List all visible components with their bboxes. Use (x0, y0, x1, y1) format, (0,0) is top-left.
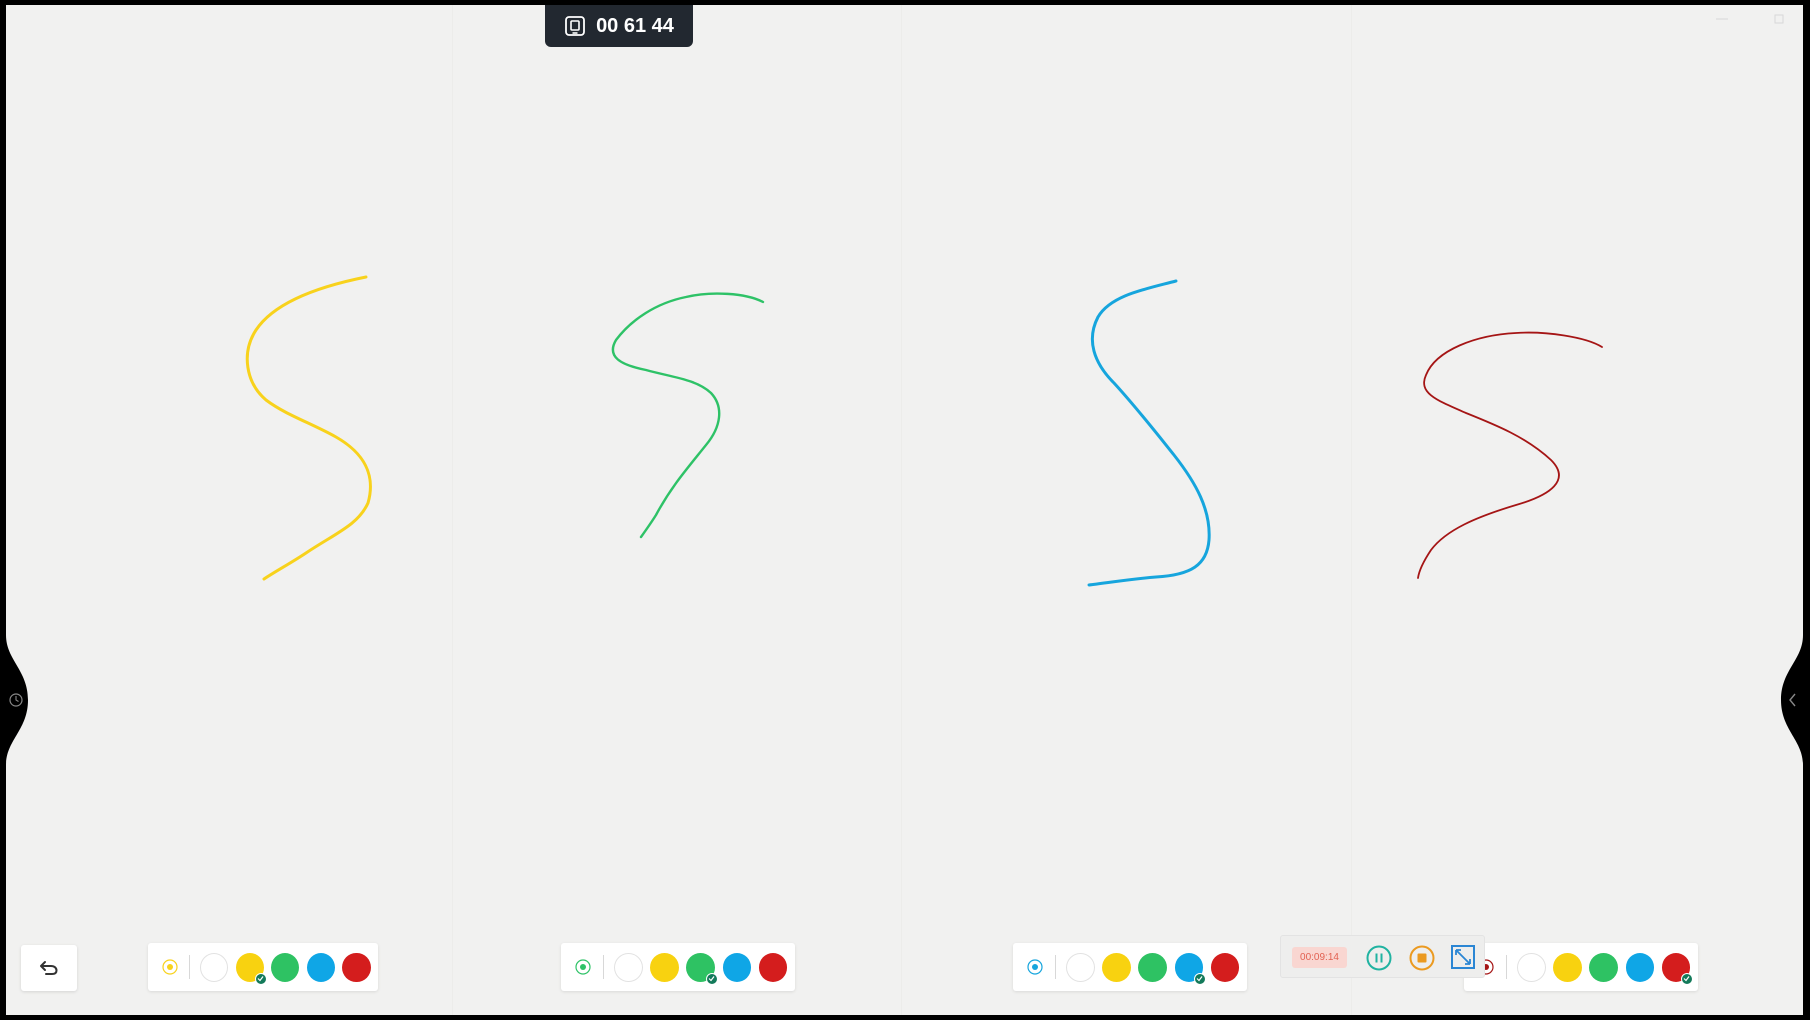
recording-time: 00:09:14 (1292, 947, 1347, 968)
swatch-yellow[interactable] (1102, 952, 1131, 982)
swatch-white[interactable] (1516, 952, 1546, 982)
color-palette-2 (561, 943, 795, 991)
color-palette-3 (1013, 943, 1247, 991)
swatch-green[interactable] (686, 952, 719, 985)
pause-icon[interactable] (1366, 945, 1392, 971)
swatch-yellow[interactable] (1553, 952, 1582, 982)
swatch-blue[interactable] (722, 952, 752, 982)
check-icon (254, 972, 267, 985)
pen-size-icon (575, 959, 591, 975)
check-icon (1681, 972, 1694, 985)
swatch-blue[interactable] (1625, 952, 1655, 982)
swatch-red[interactable] (1210, 952, 1240, 982)
stop-icon[interactable] (1409, 945, 1435, 971)
drawing-layer (245, 275, 1603, 587)
right-side-handle[interactable] (1779, 635, 1803, 765)
undo-icon (40, 961, 58, 975)
screen-record-timer[interactable]: 00 61 44 (545, 5, 693, 47)
red-s-stroke (1417, 331, 1603, 579)
check-icon (1194, 972, 1207, 985)
minimize-icon[interactable] (1715, 14, 1729, 24)
yellow-s-stroke (245, 275, 372, 581)
swatch-blue[interactable] (1174, 952, 1207, 985)
swatch-yellow[interactable] (235, 952, 267, 985)
swatch-blue[interactable] (306, 952, 335, 982)
blue-s-stroke (1087, 279, 1211, 587)
swatch-red[interactable] (1661, 952, 1694, 985)
palette-separator (1054, 955, 1056, 979)
color-palette-1 (148, 943, 378, 991)
left-side-handle[interactable] (6, 635, 30, 765)
pen-size-button[interactable] (1025, 957, 1045, 977)
check-icon (706, 972, 719, 985)
screen-record-icon (565, 16, 585, 36)
pen-size-icon (162, 959, 178, 975)
swatch-red[interactable] (342, 952, 371, 982)
color-palette-4 (1464, 943, 1698, 991)
pen-size-icon (1027, 959, 1043, 975)
swatch-yellow[interactable] (650, 952, 679, 982)
recording-toolbar: 00:09:14 (1280, 935, 1485, 978)
green-s-stroke (611, 292, 765, 539)
swatch-white[interactable] (1065, 952, 1095, 982)
expand-icon[interactable] (1451, 945, 1475, 969)
swatch-white[interactable] (200, 952, 229, 982)
pen-size-button[interactable] (573, 957, 593, 977)
screen: 00 61 44 00:09:14 (0, 0, 1810, 1020)
undo-button[interactable] (21, 945, 77, 991)
pen-size-button[interactable] (160, 957, 179, 977)
screen-record-time: 00 61 44 (596, 14, 674, 37)
restore-icon[interactable] (1772, 14, 1786, 24)
palette-separator (1505, 955, 1507, 979)
swatch-white[interactable] (613, 952, 643, 982)
whiteboard-canvas[interactable] (6, 5, 1803, 1015)
swatch-green[interactable] (1589, 952, 1619, 982)
swatch-red[interactable] (758, 952, 788, 982)
palette-separator (189, 955, 191, 979)
swatch-green[interactable] (1138, 952, 1168, 982)
swatch-green[interactable] (271, 952, 300, 982)
palette-separator (602, 955, 604, 979)
